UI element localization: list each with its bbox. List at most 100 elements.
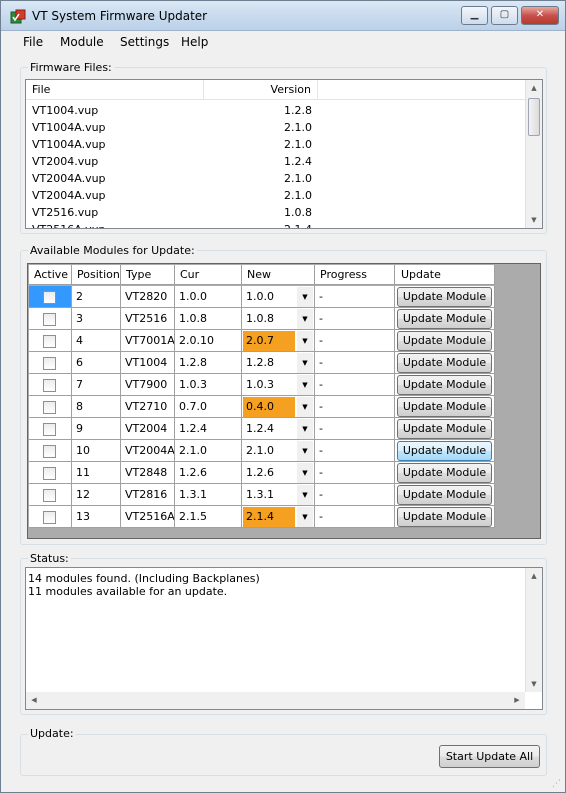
new-version-value: 1.0.0 bbox=[246, 290, 274, 303]
column-header-progress[interactable]: Progress bbox=[315, 265, 395, 285]
firmware-list-row[interactable]: VT2004A.vup 2.1.0 bbox=[26, 187, 526, 204]
active-checkbox[interactable] bbox=[43, 511, 56, 524]
chevron-down-icon[interactable]: ▼ bbox=[297, 485, 313, 505]
status-log[interactable]: 14 modules found. (Including Backplanes)… bbox=[25, 567, 543, 710]
cur-version-cell: 1.0.3 bbox=[175, 374, 242, 396]
menu-file[interactable]: File bbox=[23, 35, 43, 49]
minimize-button[interactable]: ▁ bbox=[461, 6, 488, 25]
firmware-list-row[interactable]: VT2516A.vup 2.1.4 bbox=[26, 221, 526, 228]
cur-version-cell: 2.1.0 bbox=[175, 440, 242, 462]
scroll-left-icon[interactable]: ◀ bbox=[26, 692, 42, 708]
update-module-button[interactable]: Update Module bbox=[397, 309, 492, 329]
chevron-down-icon[interactable]: ▼ bbox=[297, 419, 313, 439]
active-checkbox[interactable] bbox=[43, 357, 56, 370]
type-cell: VT7001A bbox=[121, 330, 175, 352]
status-vertical-scrollbar[interactable]: ▲ ▼ bbox=[525, 568, 542, 692]
firmware-list-row[interactable]: VT2516.vup 1.0.8 bbox=[26, 204, 526, 221]
firmware-file-version: 2.1.0 bbox=[284, 138, 312, 151]
update-module-button[interactable]: Update Module bbox=[397, 331, 492, 351]
column-header-update[interactable]: Update bbox=[395, 265, 495, 285]
scroll-right-icon[interactable]: ▶ bbox=[509, 692, 525, 708]
active-checkbox[interactable] bbox=[43, 401, 56, 414]
update-module-button[interactable]: Update Module bbox=[397, 397, 492, 417]
new-version-dropdown[interactable]: 1.3.1 ▼ bbox=[242, 484, 315, 506]
new-version-dropdown[interactable]: 2.1.0 ▼ bbox=[242, 440, 315, 462]
active-cell bbox=[29, 308, 72, 330]
module-row: 10 VT2004A 2.1.0 2.1.0 ▼ - Update Module bbox=[29, 440, 495, 462]
update-module-button[interactable]: Update Module bbox=[397, 287, 492, 307]
scroll-thumb[interactable] bbox=[528, 98, 540, 136]
chevron-down-icon[interactable]: ▼ bbox=[297, 353, 313, 373]
progress-cell: - bbox=[315, 418, 395, 440]
new-version-dropdown[interactable]: 0.4.0 ▼ bbox=[242, 396, 315, 418]
firmware-list-row[interactable]: VT1004A.vup 2.1.0 bbox=[26, 119, 526, 136]
new-version-dropdown[interactable]: 2.0.7 ▼ bbox=[242, 330, 315, 352]
scroll-down-icon[interactable]: ▼ bbox=[526, 212, 542, 228]
new-version-dropdown[interactable]: 1.2.6 ▼ bbox=[242, 462, 315, 484]
resize-grip-icon[interactable]: ⋰ bbox=[552, 779, 562, 789]
new-version-dropdown[interactable]: 1.2.4 ▼ bbox=[242, 418, 315, 440]
firmware-list-row[interactable]: VT1004A.vup 2.1.0 bbox=[26, 136, 526, 153]
chevron-down-icon[interactable]: ▼ bbox=[297, 507, 313, 527]
menu-settings[interactable]: Settings bbox=[120, 35, 169, 49]
active-checkbox[interactable] bbox=[43, 335, 56, 348]
firmware-list-scrollbar[interactable]: ▲ ▼ bbox=[525, 80, 542, 228]
type-cell: VT2820 bbox=[121, 286, 175, 308]
column-header-type[interactable]: Type bbox=[121, 265, 175, 285]
update-module-button[interactable]: Update Module bbox=[397, 353, 492, 373]
firmware-files-label: Firmware Files: bbox=[28, 61, 114, 74]
active-checkbox[interactable] bbox=[43, 489, 56, 502]
update-module-button[interactable]: Update Module bbox=[397, 507, 492, 527]
chevron-down-icon[interactable]: ▼ bbox=[297, 375, 313, 395]
firmware-list-row[interactable]: VT2004A.vup 2.1.0 bbox=[26, 170, 526, 187]
update-module-button[interactable]: Update Module bbox=[397, 485, 492, 505]
new-version-dropdown[interactable]: 2.1.4 ▼ bbox=[242, 506, 315, 528]
new-version-value: 1.2.4 bbox=[246, 422, 274, 435]
update-group-label: Update: bbox=[28, 727, 76, 740]
status-horizontal-scrollbar[interactable]: ◀ ▶ bbox=[26, 692, 525, 709]
update-cell: Update Module bbox=[395, 308, 495, 330]
position-cell: 4 bbox=[72, 330, 121, 352]
active-checkbox[interactable] bbox=[43, 313, 56, 326]
start-update-all-button[interactable]: Start Update All bbox=[439, 745, 540, 768]
new-version-dropdown[interactable]: 1.0.0 ▼ bbox=[242, 286, 315, 308]
chevron-down-icon[interactable]: ▼ bbox=[297, 463, 313, 483]
firmware-list-row[interactable]: VT2004.vup 1.2.4 bbox=[26, 153, 526, 170]
scroll-up-icon[interactable]: ▲ bbox=[526, 568, 542, 584]
column-header-file[interactable]: File bbox=[26, 80, 204, 100]
column-header-new-version[interactable]: New Version bbox=[242, 265, 315, 301]
active-checkbox[interactable] bbox=[43, 467, 56, 480]
title-bar[interactable]: VT System Firmware Updater ▁ ▢ ✕ bbox=[1, 1, 565, 31]
new-version-dropdown[interactable]: 1.0.3 ▼ bbox=[242, 374, 315, 396]
active-cell bbox=[29, 286, 72, 308]
chevron-down-icon[interactable]: ▼ bbox=[297, 287, 313, 307]
active-checkbox[interactable] bbox=[43, 445, 56, 458]
firmware-list-row[interactable]: VT1004.vup 1.2.8 bbox=[26, 102, 526, 119]
column-header-version[interactable]: Version bbox=[204, 80, 318, 100]
progress-cell: - bbox=[315, 374, 395, 396]
update-module-button[interactable]: Update Module bbox=[397, 441, 492, 461]
menu-help[interactable]: Help bbox=[181, 35, 208, 49]
update-module-button[interactable]: Update Module bbox=[397, 375, 492, 395]
active-checkbox[interactable] bbox=[43, 423, 56, 436]
new-version-dropdown[interactable]: 1.2.8 ▼ bbox=[242, 352, 315, 374]
menu-module[interactable]: Module bbox=[60, 35, 104, 49]
firmware-file-list[interactable]: File Version VT1004.vup 1.2.8 VT1004A.vup 2… bbox=[25, 79, 543, 229]
column-header-active[interactable]: Active bbox=[29, 265, 72, 285]
new-version-dropdown[interactable]: 1.0.8 ▼ bbox=[242, 308, 315, 330]
chevron-down-icon[interactable]: ▼ bbox=[297, 309, 313, 329]
column-header-position[interactable]: Position bbox=[72, 265, 121, 285]
column-header-cur-version[interactable]: Cur Version bbox=[175, 265, 242, 301]
chevron-down-icon[interactable]: ▼ bbox=[297, 397, 313, 417]
scroll-down-icon[interactable]: ▼ bbox=[526, 676, 542, 692]
chevron-down-icon[interactable]: ▼ bbox=[297, 441, 313, 461]
scroll-up-icon[interactable]: ▲ bbox=[526, 80, 542, 96]
active-checkbox[interactable] bbox=[43, 291, 56, 304]
update-module-button[interactable]: Update Module bbox=[397, 463, 492, 483]
update-module-button[interactable]: Update Module bbox=[397, 419, 492, 439]
active-cell bbox=[29, 352, 72, 374]
active-checkbox[interactable] bbox=[43, 379, 56, 392]
chevron-down-icon[interactable]: ▼ bbox=[297, 331, 313, 351]
close-button[interactable]: ✕ bbox=[521, 6, 559, 25]
maximize-button[interactable]: ▢ bbox=[491, 6, 518, 25]
